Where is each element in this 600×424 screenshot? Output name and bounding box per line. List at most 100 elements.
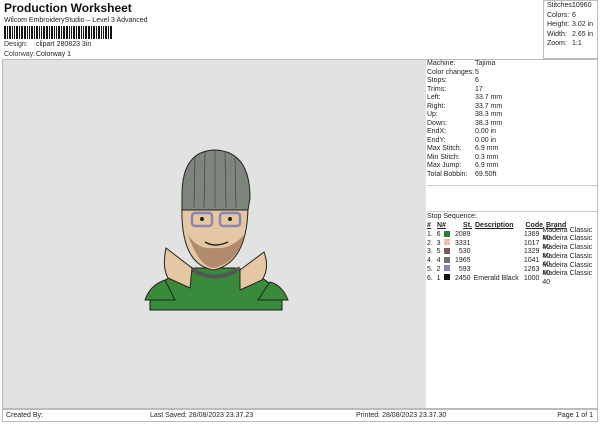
barcode-bar — [27, 26, 28, 39]
summary-value: 3.02 in — [572, 21, 594, 28]
stop-num: 1. — [427, 231, 433, 238]
detail-label: EndY: — [427, 136, 446, 144]
detail-label: Up: — [427, 111, 438, 118]
stop-num: 6. — [427, 274, 433, 282]
colorway-field: Colorway:Colorway 1 — [4, 51, 71, 58]
barcode-bar — [61, 26, 62, 39]
summary-row: Width: 2.65 in — [547, 31, 594, 41]
stitch-count: 2089 — [454, 231, 471, 238]
detail-row: EndX: 0.00 in — [427, 128, 597, 137]
thread-description: Emerald Black — [473, 274, 519, 282]
detail-value: 33.7 mm — [475, 102, 503, 110]
printed-date: Printed: 28/08/2023 23.37.30 — [356, 412, 447, 419]
last-saved: Last Saved: 28/08/2023 23.37.23 — [150, 412, 254, 419]
detail-label: EndX: — [427, 128, 447, 135]
summary-value: 6 — [572, 11, 576, 19]
color-swatch — [444, 256, 451, 263]
barcode-bar — [16, 26, 18, 39]
needle-num: 4 — [436, 257, 441, 265]
barcode-bar — [34, 26, 35, 39]
barcode-bar — [105, 26, 107, 39]
summary-label: Zoom: — [547, 40, 567, 47]
detail-label: Color changes: — [427, 68, 475, 76]
created-by: Created By: — [6, 412, 43, 419]
detail-label: Right: — [427, 102, 446, 110]
barcode-bar — [101, 26, 102, 39]
barcode-bar — [36, 26, 38, 39]
thread-code: 1369 — [523, 231, 540, 238]
summary-row: Stitches: 10960 — [547, 2, 594, 12]
detail-row: Min Stitch: 0.3 mm — [427, 154, 597, 163]
software-subtitle: Wilcom EmbroideryStudio – Level 3 Advanc… — [4, 17, 148, 24]
barcode-bar — [81, 26, 82, 39]
embroidery-design — [144, 149, 289, 311]
summary-row: Height: 3.02 in — [547, 21, 594, 31]
detail-row: EndY: 0.00 in — [427, 137, 597, 146]
col-desc: Description — [475, 222, 514, 229]
needle-num: 6 — [436, 231, 441, 238]
thread-code: 1329 — [523, 248, 540, 256]
detail-value: 6 — [475, 77, 479, 84]
detail-label: Machine: — [427, 60, 456, 67]
detail-value: 6.9 mm — [475, 162, 499, 169]
summary-label: Colors: — [547, 11, 570, 19]
divider — [427, 211, 597, 212]
barcode-bar — [88, 26, 90, 39]
stop-row: 6. 1 2450 Emerald Black 1000 Madeira Cla… — [427, 270, 600, 286]
color-swatch — [444, 239, 451, 246]
detail-value: 0.00 in — [475, 136, 497, 144]
barcode-bar — [46, 26, 48, 39]
stitch-count: 2450 — [454, 274, 471, 282]
detail-value: 6.9 mm — [475, 145, 499, 152]
detail-label: Down: — [427, 119, 447, 127]
design-preview — [3, 60, 426, 408]
barcode-bar — [63, 26, 65, 39]
col-num: # — [427, 222, 431, 229]
detail-value: Tajima — [475, 60, 496, 67]
stop-num: 3. — [427, 248, 433, 256]
stitch-count: 3331 — [454, 239, 471, 247]
summary-label: Height: — [547, 21, 570, 28]
barcode-bar — [66, 26, 68, 39]
barcode-bar — [71, 26, 72, 39]
detail-row: Stops: 6 — [427, 77, 597, 86]
barcode-bar — [49, 26, 50, 39]
detail-value: 0.00 in — [475, 128, 497, 135]
detail-row: Total Bobbin: 69.50ft — [427, 171, 597, 180]
detail-value: 0.3 mm — [475, 153, 499, 161]
barcode-bar — [4, 26, 6, 39]
footer: Created By: Last Saved: 28/08/2023 23.37… — [2, 409, 598, 422]
stop-num: 5. — [427, 265, 433, 273]
detail-label: Max Jump: — [427, 162, 462, 169]
detail-value: 17 — [475, 85, 483, 93]
barcode-bar — [39, 26, 40, 39]
stop-num: 2. — [427, 239, 433, 247]
design-label: Design: — [4, 41, 28, 48]
barcode-bar — [31, 26, 33, 39]
color-swatch — [444, 265, 451, 272]
barcode-bar — [98, 26, 100, 39]
barcode-bar — [76, 26, 77, 39]
detail-row: Machine: Tajima — [427, 60, 597, 69]
divider — [427, 185, 597, 186]
design-field: Design: clipart 280823 3in — [4, 41, 91, 48]
detail-value: 38.3 mm — [475, 119, 503, 127]
barcode-bar — [14, 26, 15, 39]
detail-row: Max Jump: 6.9 mm — [427, 162, 597, 171]
detail-label: Max Stitch: — [427, 145, 462, 152]
barcode-bar — [96, 26, 97, 39]
barcode-bar — [108, 26, 109, 39]
detail-row: Max Stitch: 6.9 mm — [427, 145, 597, 154]
detail-row: Trims: 17 — [427, 86, 597, 95]
barcode-bar — [41, 26, 42, 39]
color-swatch — [444, 274, 451, 280]
needle-num: 5 — [436, 248, 441, 256]
barcode-bar — [24, 26, 26, 39]
barcode-bar — [83, 26, 84, 39]
thread-code: 1000 — [523, 274, 540, 282]
summary-label: Width: — [547, 30, 567, 38]
detail-row: Color changes: 5 — [427, 69, 597, 78]
colorway-value: Colorway 1 — [36, 51, 72, 58]
colorway-label: Colorway: — [4, 51, 36, 58]
barcode-bar — [9, 26, 11, 39]
